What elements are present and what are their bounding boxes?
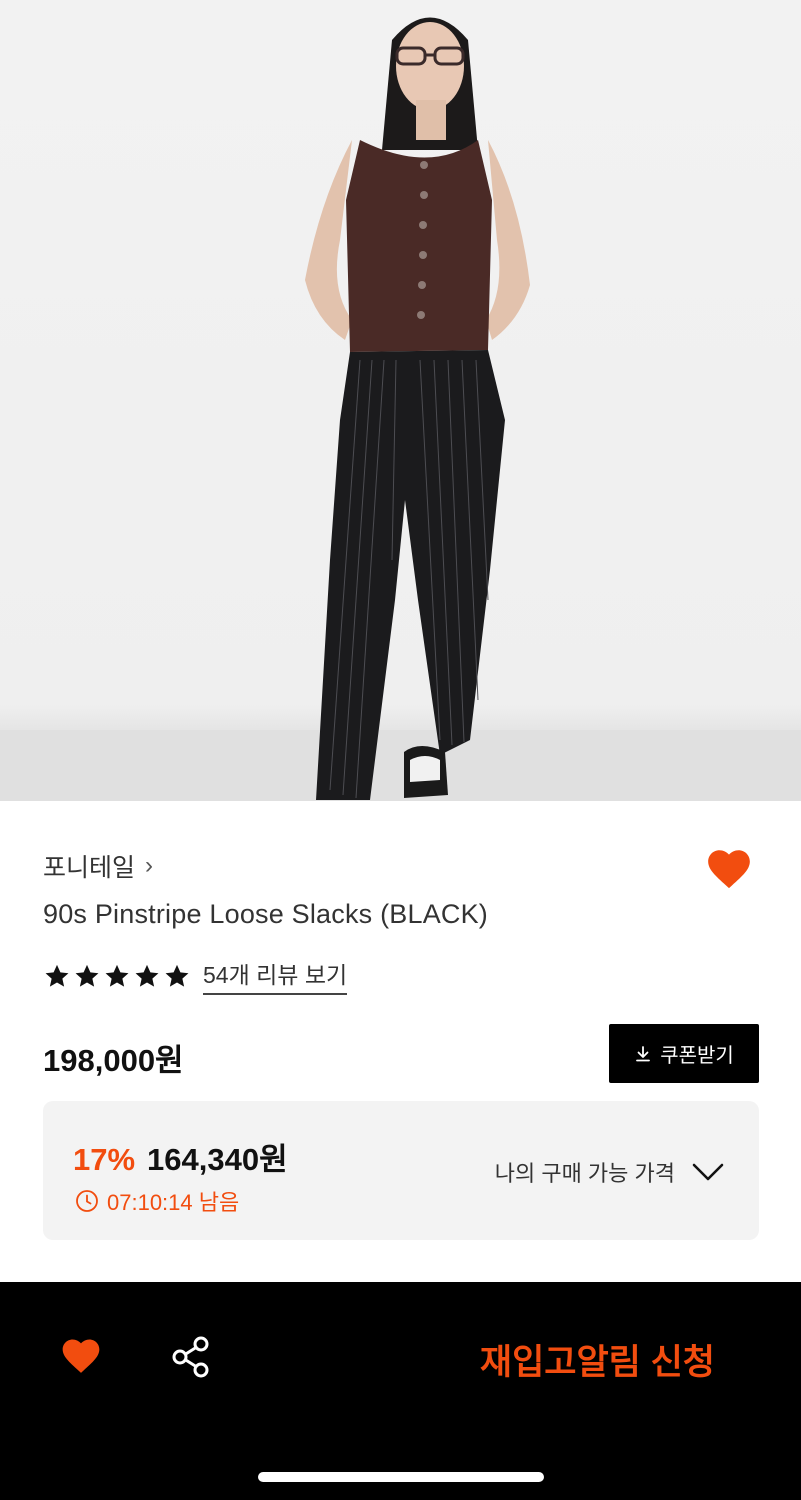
product-image (0, 0, 801, 801)
star-icon (45, 964, 69, 987)
heart-icon (708, 850, 750, 889)
my-price-label: 나의 구매 가능 가격 (494, 1161, 675, 1186)
coupon-download-button[interactable]: 쿠폰받기 (609, 1024, 759, 1083)
star-rating (43, 962, 191, 990)
discount-price-box: 17% 164,340원 07:10:14 남음 나의 구매 가능 가격 (43, 1101, 759, 1240)
discount-price: 164,340원 (147, 1142, 288, 1177)
clock-icon (76, 1190, 98, 1212)
brand-name: 포니테일 (43, 854, 136, 882)
original-price: 198,000원 (43, 1043, 184, 1078)
chevron-right-icon: › (145, 852, 154, 879)
discount-row: 17% 164,340원 (73, 1134, 288, 1179)
model-photo (0, 17, 801, 801)
product-title: 90s Pinstripe Loose Slacks (BLACK) (43, 899, 488, 929)
bottom-wishlist-button[interactable] (58, 1334, 104, 1378)
wishlist-heart-button[interactable] (704, 844, 754, 894)
star-icon (135, 964, 159, 987)
download-icon (636, 1045, 651, 1061)
restock-alert-button[interactable]: 재입고알림 신청 (480, 1334, 715, 1385)
heart-icon (62, 1339, 100, 1373)
home-indicator (258, 1472, 544, 1482)
share-button[interactable] (166, 1332, 216, 1382)
discount-rate: 17% (73, 1142, 136, 1177)
brand-link[interactable]: 포니테일 › (43, 848, 153, 884)
coupon-button-label: 쿠폰받기 (660, 1045, 734, 1067)
discount-timer: 07:10:14 남음 (75, 1185, 239, 1217)
timer-text: 07:10:14 남음 (107, 1190, 240, 1215)
bottom-action-bar: 재입고알림 신청 (0, 1282, 801, 1500)
chevron-down-icon (692, 1163, 724, 1181)
rating-row: 54개 리뷰 보기 (43, 956, 348, 995)
star-icon (75, 964, 99, 987)
star-icon (165, 964, 189, 987)
share-icon (172, 1336, 209, 1378)
star-icon (105, 964, 129, 987)
my-price-toggle[interactable]: 나의 구매 가능 가격 (495, 1156, 725, 1188)
review-link[interactable]: 54개 리뷰 보기 (203, 956, 348, 995)
